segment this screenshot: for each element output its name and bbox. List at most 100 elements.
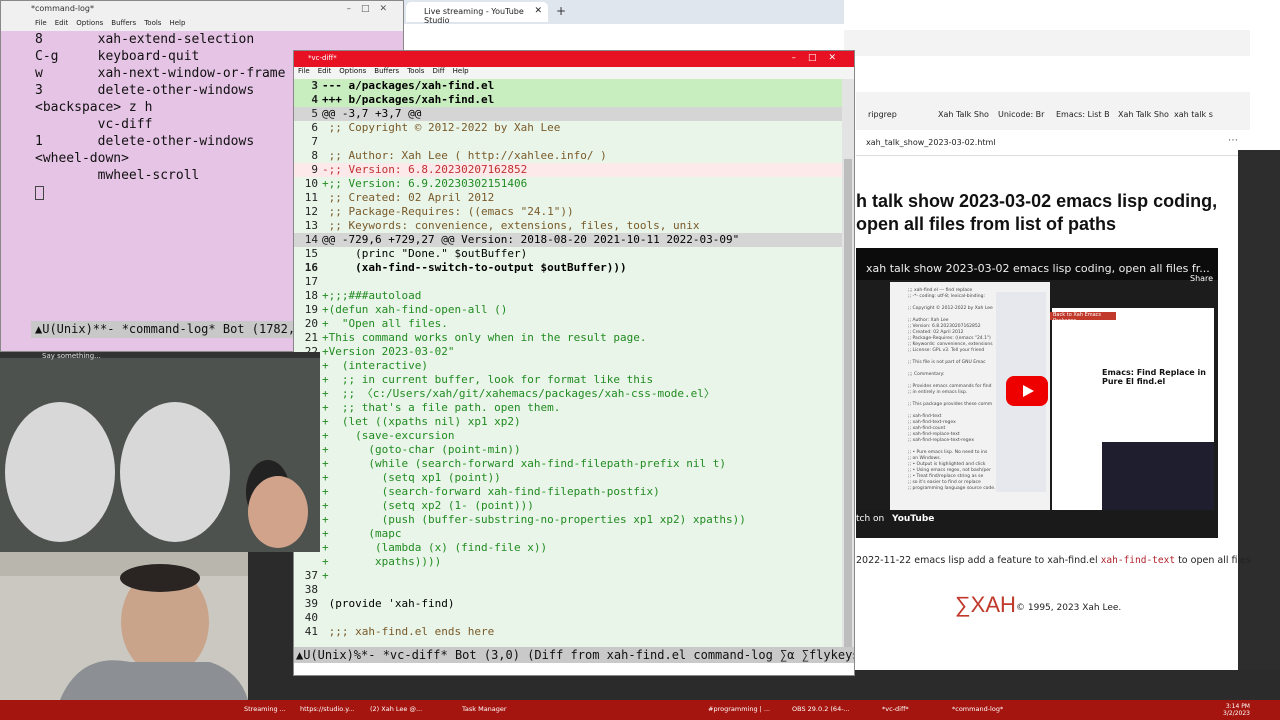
mode-line-text: U(Unix)**- *command-log* Bot (1782,0) <box>42 322 310 336</box>
taskbar-item[interactable]: *vc-diff* <box>882 705 909 713</box>
taskbar-item[interactable]: #programming | ... <box>708 705 770 713</box>
clock[interactable]: 3:14 PM 3/2/2023 <box>1223 703 1250 717</box>
line-text: (princ "Done." $outBuffer) <box>322 247 528 260</box>
diff-line: 13 ;; Keywords: convenience, extensions,… <box>294 219 842 233</box>
menu-item[interactable]: Buffers <box>111 19 136 31</box>
line-text <box>322 275 842 289</box>
vc-diff-window[interactable]: *vc-diff* –□✕ File Edit Options Buffers Tool… <box>293 50 855 676</box>
window-controls[interactable]: –□✕ <box>346 4 397 14</box>
browser-tab[interactable]: xah talk s <box>1174 110 1213 119</box>
menu-item[interactable]: Buffers <box>374 67 399 79</box>
diff-line: 5 @@ -3,7 +3,7 @@ <box>294 107 842 121</box>
tab-label: Live streaming - YouTube Studio <box>424 7 524 25</box>
browser-tab[interactable]: Unicode: Br <box>998 110 1044 119</box>
diff-line: 19 +(defun xah-find-open-all () <box>294 303 842 317</box>
diff-buffer[interactable]: 3 --- a/packages/xah-find.el 4 +++ b/packag… <box>294 79 842 647</box>
window-controls[interactable]: –□✕ <box>791 53 848 63</box>
address-bar[interactable]: xah_talk_show_2023-03-02.html ⋯ <box>856 130 1250 156</box>
mode-line-text: U(Unix)%*- *vc-diff* Bot (3,0) (Diff fro… <box>303 648 854 662</box>
line-text: @@ -3,7 +3,7 @@ <box>322 107 422 120</box>
line-text: + (interactive) <box>322 359 428 372</box>
taskbar-item[interactable]: Task Manager <box>462 705 507 713</box>
browser-tab[interactable]: Xah Talk Sho <box>938 110 989 119</box>
diff-line: 6 ;; Copyright © 2012-2022 by Xah Lee <box>294 121 842 135</box>
line-number: 8 <box>311 149 318 162</box>
embedded-video[interactable]: ;;; xah-find.el --- find replace ;; -*- … <box>856 248 1218 538</box>
menu-item[interactable]: Tools <box>407 67 424 79</box>
play-icon[interactable] <box>1006 376 1048 406</box>
share-button[interactable]: Share <box>1190 274 1213 283</box>
line-text: (xah-find--switch-to-output $outBuffer))… <box>322 261 627 274</box>
diff-line: 7 <box>294 135 842 149</box>
diff-line: 22+Version 2023-03-02" <box>294 345 842 359</box>
line-text: ;; Author: Xah Lee ( http://xahlee.info/… <box>322 149 607 162</box>
watch-on-label[interactable]: tch on <box>856 514 884 524</box>
line-text: --- a/packages/xah-find.el <box>322 79 495 92</box>
menu-item[interactable]: File <box>35 19 47 31</box>
line-text: + "Open all files. <box>322 317 448 330</box>
line-number: 7 <box>311 135 318 148</box>
close-icon[interactable]: ✕ <box>534 6 542 16</box>
line-text: + (save-excursion <box>322 429 455 442</box>
taskbar-item[interactable]: https://studio.y... <box>300 705 354 713</box>
diff-line: 4 +++ b/packages/xah-find.el <box>294 93 842 107</box>
video-page-title: Emacs: Find Replace in Pure El find.el <box>1102 368 1206 386</box>
diff-line: 9 -;; Version: 6.8.20230207162852 <box>294 163 842 177</box>
line-text: + (search-forward xah-find-filepath-post… <box>322 485 660 498</box>
browser-tab[interactable]: Emacs: List B <box>1056 110 1110 119</box>
browser-tab[interactable]: Xah Talk Sho <box>1118 110 1169 119</box>
taskbar-item[interactable]: Streaming ... <box>244 705 286 713</box>
taskbar: Streaming ... https://studio.y... (2) Xah … <box>0 700 1280 720</box>
scrollbar[interactable] <box>842 79 854 659</box>
taskbar-item[interactable]: (2) Xah Lee @... <box>370 705 422 713</box>
diff-line: + (push (buffer-substring-no-properties … <box>294 513 842 527</box>
menu-item[interactable]: Diff <box>432 67 444 79</box>
scrollbar-thumb[interactable] <box>844 159 852 659</box>
diff-line: 40 <box>294 611 842 625</box>
line-text: +;; Version: 6.9.20230302151406 <box>322 177 528 190</box>
menu-item[interactable]: Tools <box>144 19 161 31</box>
diff-line: 11 ;; Created: 02 April 2012 <box>294 191 842 205</box>
clock-date: 3/2/2023 <box>1223 710 1250 717</box>
line-text <box>322 135 842 149</box>
window-title-bar: *vc-diff* –□✕ <box>294 51 854 67</box>
menu-item[interactable]: Options <box>76 19 103 31</box>
diff-line: + (mapc <box>294 527 842 541</box>
line-text: + (let ((xpaths nil) xp1 xp2) <box>322 415 521 428</box>
browser-toolbar-top <box>844 30 1250 56</box>
menu-item[interactable]: Help <box>453 67 469 79</box>
video-title: xah talk show 2023-03-02 emacs lisp codi… <box>866 262 1210 275</box>
diff-line: + (interactive) <box>294 359 842 373</box>
line-text: ;;; xah-find.el ends here <box>322 625 495 638</box>
browser-tab[interactable]: ripgrep <box>868 110 897 119</box>
menu-icon[interactable]: ⋯ <box>1228 135 1238 146</box>
line-number: 17 <box>304 275 318 288</box>
line-number: 15 <box>304 247 318 260</box>
diff-line: + (search-forward xah-find-filepath-post… <box>294 485 842 499</box>
diff-line: 20 + "Open all files. <box>294 317 842 331</box>
line-text: + <box>322 569 329 582</box>
diff-line: + (setq xp1 (point)) <box>294 471 842 485</box>
taskbar-item[interactable]: *command-log* <box>952 705 1003 713</box>
video-code-box <box>1102 442 1214 516</box>
menu-item[interactable]: Edit <box>55 19 69 31</box>
line-number: 11 <box>304 191 318 204</box>
browser-tab[interactable]: Live streaming - YouTube Studio ✕ <box>406 2 548 25</box>
menu-item[interactable]: Edit <box>318 67 332 79</box>
menu-item[interactable]: Help <box>169 19 185 31</box>
menu-item[interactable]: Options <box>339 67 366 79</box>
line-text: +;;;###autoload <box>322 289 422 302</box>
menu-item[interactable]: File <box>298 67 310 79</box>
diff-line: 18 +;;;###autoload <box>294 289 842 303</box>
line-number: 4 <box>311 93 318 106</box>
new-tab-icon[interactable]: + <box>556 4 566 18</box>
xah-logo[interactable]: ∑XAH <box>955 592 1016 618</box>
line-text: @@ -729,6 +729,27 @@ Version: 2018-08-20… <box>322 233 740 246</box>
chat-placeholder: Say something... <box>42 352 101 360</box>
line-text: + xpaths)))) <box>322 555 442 568</box>
taskbar-item[interactable]: OBS 29.0.2 (64-... <box>792 705 850 713</box>
log-line: 8 xah-extend-selection <box>35 32 255 47</box>
youtube-logo[interactable]: YouTube <box>892 514 934 524</box>
line-number: 39 <box>304 597 318 610</box>
note-code[interactable]: xah-find-text <box>1101 555 1175 566</box>
